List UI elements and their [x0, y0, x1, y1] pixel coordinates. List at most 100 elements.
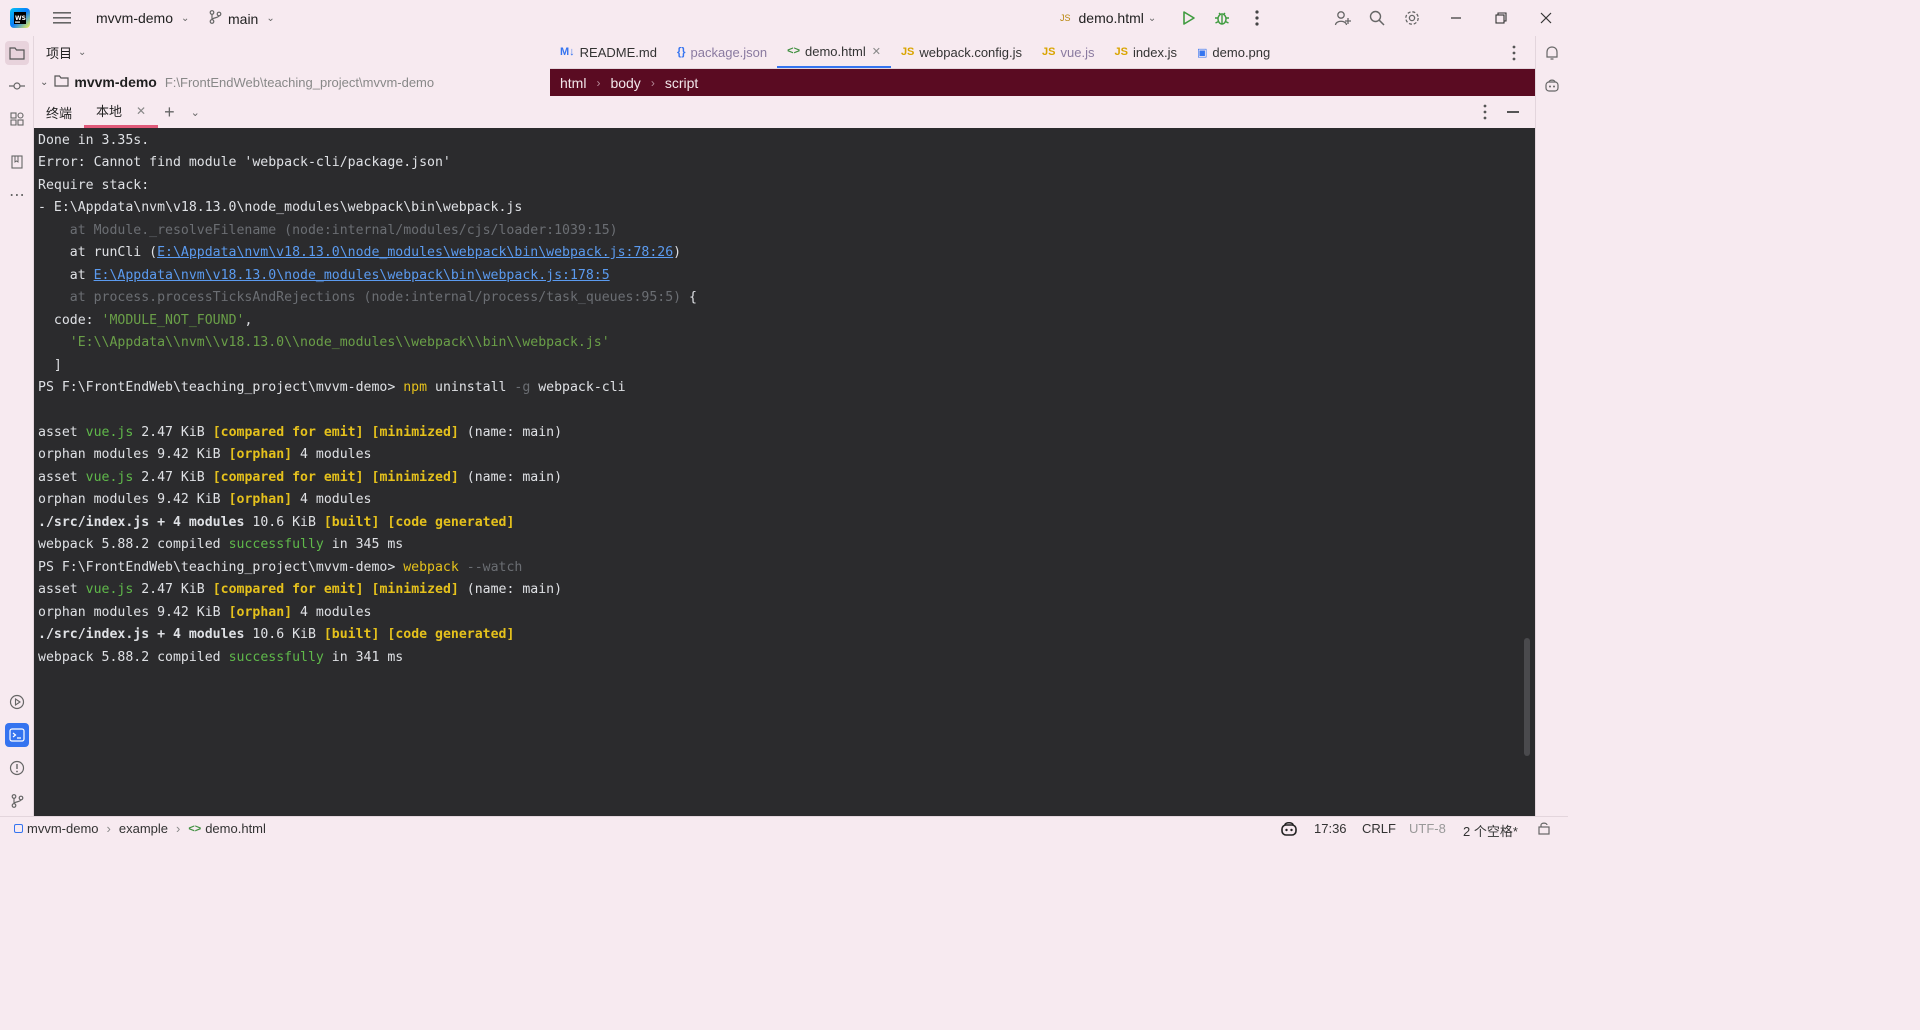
project-name: mvvm-demo: [96, 10, 174, 26]
file-type-icon: JS: [1114, 46, 1128, 58]
svg-text:WS: WS: [15, 15, 26, 22]
status-crumb-folder[interactable]: example: [119, 821, 168, 836]
project-selector[interactable]: mvvm-demo ⌄: [96, 10, 189, 26]
ai-assistant-icon[interactable]: [1540, 74, 1564, 98]
project-folder-icon[interactable]: [5, 41, 29, 65]
editor-tab[interactable]: JS index.js: [1104, 36, 1187, 68]
editor-tab[interactable]: <> demo.html ✕: [777, 36, 891, 68]
terminal-line: at process.processTicksAndRejections (no…: [38, 290, 697, 305]
structure-icon[interactable]: [5, 107, 29, 131]
tab-terminal[interactable]: 终端: [34, 96, 84, 128]
editor-tab-bar: M↓ README.md {} package.json <> demo.html ✕ JS w…: [550, 36, 1535, 69]
line-separator[interactable]: CRLF: [1362, 821, 1396, 836]
editor-tab-label: vue.js: [1060, 44, 1095, 60]
terminal-line: ]: [38, 358, 62, 373]
branch-name: main: [228, 10, 259, 27]
tab-local[interactable]: 本地 ✕: [84, 96, 159, 128]
editor-tab[interactable]: JS vue.js: [1032, 36, 1104, 68]
hamburger-menu-icon[interactable]: [50, 6, 74, 30]
terminal-line: ./src/index.js + 4 modules 10.6 KiB [bui…: [38, 515, 515, 530]
commit-icon[interactable]: [5, 74, 29, 98]
notifications-icon[interactable]: [1540, 41, 1564, 65]
minimize-icon[interactable]: [1444, 6, 1468, 30]
chevron-down-icon[interactable]: ⌄: [40, 77, 48, 88]
file-encoding[interactable]: UTF-8: [1409, 821, 1446, 836]
project-root-path: F:\FrontEndWeb\teaching_project\mvvm-dem…: [164, 74, 435, 90]
more-vertical-icon[interactable]: [1483, 104, 1487, 125]
restore-icon[interactable]: [1489, 6, 1513, 30]
branch-selector[interactable]: main ⌄: [209, 10, 275, 27]
more-horizontal-icon[interactable]: ⋯: [5, 183, 29, 207]
chevron-right-icon: ›: [106, 821, 111, 836]
branch-icon: [209, 10, 222, 27]
add-user-icon[interactable]: [1331, 6, 1355, 30]
terminal-header: 终端 本地 ✕ + ⌄: [34, 96, 1535, 128]
lock-icon[interactable]: [1537, 821, 1551, 835]
terminal-line: asset vue.js 2.47 KiB [compared for emit…: [38, 425, 563, 440]
chevron-right-icon: ›: [596, 75, 601, 90]
terminal-line: orphan modules 9.42 KiB [orphan] 4 modul…: [38, 605, 372, 620]
terminal-output[interactable]: Done in 3.35s. Error: Cannot find module…: [34, 128, 1535, 816]
editor-breadcrumb: html › body › script: [550, 69, 1535, 96]
close-icon[interactable]: [1534, 6, 1558, 30]
project-panel-header[interactable]: 项目 ⌄: [34, 36, 550, 68]
chevron-down-icon: ⌄: [78, 46, 87, 58]
file-type-icon: JS: [1042, 46, 1056, 58]
search-icon[interactable]: [1365, 6, 1389, 30]
more-vertical-icon[interactable]: [1245, 6, 1269, 30]
more-vertical-icon[interactable]: [1512, 45, 1516, 66]
breadcrumb-script[interactable]: script: [665, 75, 698, 91]
run-icon[interactable]: [1176, 6, 1200, 30]
chevron-right-icon: ›: [176, 821, 181, 836]
editor-tab[interactable]: {} package.json: [667, 36, 777, 68]
file-type-icon: {}: [676, 46, 686, 58]
breadcrumb-html[interactable]: html: [560, 75, 586, 91]
js-file-icon: JS: [1060, 13, 1071, 23]
close-tab-icon[interactable]: ✕: [136, 104, 146, 118]
run-config-selector[interactable]: JS demo.html ⌄: [1060, 10, 1156, 26]
editor-tab-label: demo.png: [1212, 44, 1271, 60]
chevron-down-icon: ⌄: [181, 12, 190, 24]
editor-tab-label: demo.html: [805, 43, 866, 59]
editor-tab[interactable]: ▣ demo.png: [1187, 36, 1280, 68]
terminal-icon[interactable]: [5, 723, 29, 747]
copilot-icon[interactable]: [1280, 821, 1298, 837]
services-icon[interactable]: [5, 690, 29, 714]
terminal-line: asset vue.js 2.47 KiB [compared for emit…: [38, 582, 563, 597]
hide-panel-icon[interactable]: [1507, 111, 1519, 113]
terminal-line: Done in 3.35s.: [38, 133, 150, 148]
app-logo-icon[interactable]: WS: [8, 6, 32, 30]
terminal-line: at Module._resolveFilename (node:interna…: [38, 223, 618, 238]
close-tab-icon[interactable]: ✕: [872, 45, 881, 58]
terminal-prompt-line: PS F:\FrontEndWeb\teaching_project\mvvm-…: [38, 380, 626, 395]
problems-icon[interactable]: [5, 756, 29, 780]
git-icon[interactable]: [5, 789, 29, 813]
editor-tab-label: webpack.config.js: [919, 44, 1023, 60]
terminal-line: - E:\Appdata\nvm\v18.13.0\node_modules\w…: [38, 200, 523, 215]
status-crumb-file[interactable]: demo.html: [205, 821, 266, 836]
project-root-name: mvvm-demo: [74, 74, 157, 90]
bookmarks-icon[interactable]: [5, 150, 29, 174]
cursor-position[interactable]: 17:36: [1314, 821, 1347, 836]
chevron-down-icon[interactable]: ⌄: [191, 106, 200, 119]
chevron-down-icon: ⌄: [1147, 12, 1157, 24]
new-tab-icon[interactable]: +: [164, 102, 175, 123]
editor-tab[interactable]: JS webpack.config.js: [891, 36, 1032, 68]
file-link[interactable]: E:\Appdata\nvm\v18.13.0\node_modules\web…: [157, 245, 673, 260]
terminal-line: webpack 5.88.2 compiled successfully in …: [38, 650, 404, 665]
terminal-line: webpack 5.88.2 compiled successfully in …: [38, 537, 404, 552]
tab-local-label: 本地: [96, 104, 123, 119]
project-root-row[interactable]: ⌄ mvvm-demo F:\FrontEndWeb\teaching_proj…: [34, 68, 550, 96]
status-crumb-project[interactable]: mvvm-demo: [27, 821, 99, 836]
status-bar: mvvm-demo › example › <> demo.html 17:36…: [0, 816, 1568, 841]
indent-setting[interactable]: 2 个空格*: [1463, 821, 1518, 840]
right-tool-bar: [1535, 36, 1568, 816]
debug-icon[interactable]: [1210, 6, 1234, 30]
breadcrumb-body[interactable]: body: [610, 75, 640, 91]
editor-tab[interactable]: M↓ README.md: [550, 36, 667, 68]
terminal-line: 'E:\\Appdata\\nvm\\v18.13.0\\node_module…: [38, 335, 610, 350]
terminal-line: Require stack:: [38, 178, 150, 193]
terminal-scrollbar[interactable]: [1524, 638, 1530, 756]
file-link[interactable]: E:\Appdata\nvm\v18.13.0\node_modules\web…: [94, 268, 610, 283]
settings-icon[interactable]: [1400, 6, 1424, 30]
